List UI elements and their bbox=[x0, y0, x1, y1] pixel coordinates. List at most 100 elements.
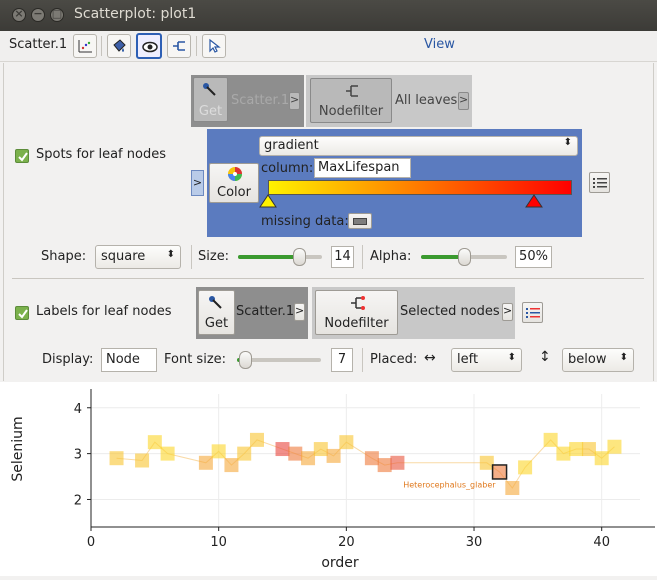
x-axis-label: order bbox=[321, 555, 359, 571]
data-point bbox=[505, 481, 520, 496]
missing-data-color-button[interactable] bbox=[348, 213, 372, 229]
spots-get-target: Scatter.1 bbox=[231, 93, 290, 108]
shape-select[interactable]: square ⬍ bbox=[95, 245, 181, 269]
gradient-end-handle[interactable] bbox=[525, 194, 543, 208]
data-point bbox=[491, 464, 508, 480]
data-point bbox=[518, 460, 533, 475]
data-point bbox=[594, 451, 609, 466]
labels-get-label: Get bbox=[204, 316, 229, 331]
minimize-window-button[interactable]: − bbox=[31, 7, 45, 22]
data-point bbox=[109, 451, 124, 466]
data-point bbox=[326, 448, 341, 463]
tree-icon[interactable] bbox=[167, 34, 191, 58]
data-point bbox=[160, 446, 175, 461]
data-point bbox=[581, 442, 596, 457]
x-tick-label: 0 bbox=[87, 535, 95, 550]
point-label: Heterocephalus_glaber bbox=[403, 480, 496, 489]
data-point bbox=[211, 444, 226, 459]
maximize-window-button[interactable]: □ bbox=[50, 7, 64, 22]
shape-value: square bbox=[101, 249, 146, 264]
labels-checkbox[interactable] bbox=[15, 306, 29, 320]
spots-nodefilter-button[interactable]: Nodefilter bbox=[310, 78, 392, 123]
data-point bbox=[249, 432, 264, 447]
data-point bbox=[339, 435, 354, 450]
size-slider[interactable] bbox=[238, 255, 322, 259]
labels-filter-arrow-button[interactable]: > bbox=[502, 303, 513, 321]
labels-nodefilter-button[interactable]: Nodefilter bbox=[315, 290, 398, 335]
close-window-button[interactable]: × bbox=[12, 7, 26, 22]
scatter-chart[interactable]: Heterocephalus_glaber 0 10 20 30 40 2 3 4 order… bbox=[0, 382, 657, 576]
data-point bbox=[479, 455, 494, 470]
data-point bbox=[288, 446, 303, 461]
horizontal-placement-select[interactable]: left ⬍ bbox=[451, 348, 522, 372]
alpha-value[interactable]: 50% bbox=[515, 246, 552, 268]
scatter-plot-icon[interactable] bbox=[73, 34, 97, 58]
missing-data-label: missing data: bbox=[261, 214, 349, 229]
eye-icon[interactable] bbox=[136, 33, 162, 59]
horizontal-placement-value: left bbox=[457, 352, 479, 367]
chevron-updown-icon: ⬍ bbox=[507, 352, 516, 363]
data-point bbox=[313, 442, 328, 457]
chevron-updown-icon: ⬍ bbox=[166, 249, 175, 260]
size-value[interactable]: 14 bbox=[331, 246, 354, 268]
labels-filter-value: Selected nodes bbox=[400, 304, 500, 319]
row-separator bbox=[362, 348, 363, 372]
font-size-value[interactable]: 7 bbox=[331, 348, 353, 372]
labels-get-arrow-button[interactable]: > bbox=[294, 303, 305, 321]
spots-filter-arrow-button[interactable]: > bbox=[458, 92, 469, 110]
placed-label: Placed: bbox=[370, 352, 418, 367]
spots-get-arrow-button[interactable]: > bbox=[289, 92, 300, 110]
labels-get-button[interactable]: Get bbox=[198, 290, 235, 335]
toolbar-separator bbox=[196, 36, 197, 56]
list-icon[interactable] bbox=[589, 172, 610, 193]
spots-nodefilter-label: Nodefilter bbox=[318, 104, 384, 119]
view-link[interactable]: View bbox=[424, 37, 455, 52]
spots-get-button[interactable]: Get bbox=[193, 77, 228, 122]
color-button[interactable]: Color bbox=[209, 163, 259, 203]
labels-nodefilter-label: Nodefilter bbox=[324, 316, 389, 331]
color-expand-button[interactable]: > bbox=[191, 170, 204, 196]
data-point bbox=[543, 432, 558, 447]
display-field[interactable]: Node bbox=[101, 348, 157, 372]
toolbar-separator bbox=[101, 36, 102, 56]
data-point bbox=[198, 455, 213, 470]
font-size-slider-handle[interactable] bbox=[239, 351, 253, 369]
list-icon[interactable] bbox=[522, 302, 543, 323]
column-field[interactable]: MaxLifespan bbox=[314, 158, 411, 178]
alpha-slider-handle[interactable] bbox=[458, 248, 471, 266]
chevron-updown-icon: ⬍ bbox=[563, 137, 572, 148]
spots-checkbox[interactable] bbox=[15, 149, 29, 163]
paint-bucket-icon[interactable] bbox=[107, 34, 131, 58]
spots-filter-value: All leaves bbox=[395, 93, 458, 108]
data-point bbox=[237, 446, 252, 461]
spots-checkbox-label: Spots for leaf nodes bbox=[36, 147, 166, 162]
size-slider-fill bbox=[238, 255, 300, 259]
color-mode-select[interactable]: gradient ⬍ bbox=[259, 136, 578, 156]
data-point bbox=[377, 458, 392, 473]
data-point bbox=[364, 451, 379, 466]
y-axis-label: Selenium bbox=[10, 416, 26, 481]
vertical-arrows-icon: ↕ bbox=[539, 349, 551, 365]
vertical-placement-select[interactable]: below ⬍ bbox=[562, 348, 634, 372]
spots-get-label: Get bbox=[198, 104, 223, 119]
display-label: Display: bbox=[42, 352, 94, 367]
labels-checkbox-label: Labels for leaf nodes bbox=[36, 304, 172, 319]
toolbar bbox=[0, 31, 657, 62]
data-point bbox=[390, 455, 405, 470]
y-tick-label: 2 bbox=[74, 493, 82, 508]
section-divider bbox=[12, 278, 644, 279]
gradient-start-handle[interactable] bbox=[259, 194, 277, 208]
plot-area[interactable]: Heterocephalus_glaber 0 10 20 30 40 2 3 4 order… bbox=[0, 382, 657, 576]
color-button-label: Color bbox=[217, 185, 251, 200]
scatter-tab-label[interactable]: Scatter.1 bbox=[9, 37, 67, 52]
pointer-select-icon[interactable] bbox=[202, 34, 226, 58]
gradient-bar[interactable] bbox=[268, 180, 572, 195]
data-point bbox=[569, 442, 584, 457]
row-separator bbox=[191, 245, 192, 269]
data-point bbox=[607, 439, 622, 454]
alpha-label: Alpha: bbox=[370, 249, 412, 264]
data-point bbox=[135, 453, 150, 468]
x-tick-label: 30 bbox=[466, 535, 483, 550]
size-slider-handle[interactable] bbox=[293, 248, 307, 266]
horizontal-arrows-icon: ↔ bbox=[424, 350, 436, 366]
